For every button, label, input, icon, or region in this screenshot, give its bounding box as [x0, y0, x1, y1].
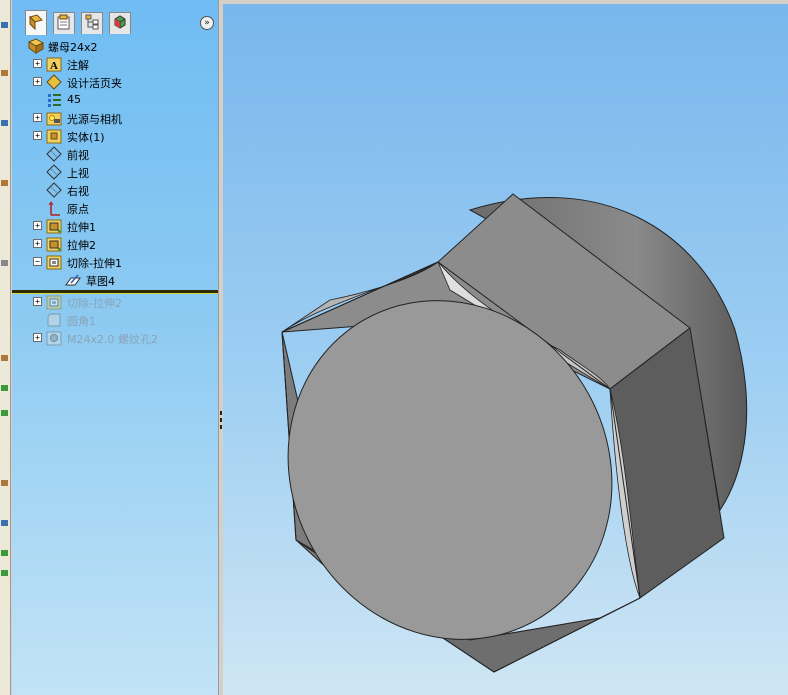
- tree-item[interactable]: 上视: [12, 163, 218, 181]
- feature-tree-icon: [28, 13, 44, 33]
- rollback-bar[interactable]: [12, 290, 218, 294]
- tree-item[interactable]: 草图4: [12, 271, 218, 289]
- featuremanager-tab[interactable]: [25, 10, 47, 35]
- strip-icon[interactable]: [1, 22, 8, 28]
- propertymanager-tab[interactable]: [53, 12, 75, 34]
- tree-item-label: 注解: [67, 59, 89, 72]
- extrude-icon: [46, 218, 62, 234]
- tree-item[interactable]: + 拉伸2: [12, 235, 218, 253]
- tree-item-label: 设计活页夹: [67, 77, 122, 90]
- tree-item-label: 上视: [67, 167, 89, 180]
- splitter-grip: [220, 418, 222, 422]
- strip-icon[interactable]: [1, 385, 8, 391]
- tree-item-label: 实体(1): [67, 131, 105, 144]
- tree-item[interactable]: − 切除-拉伸1: [12, 253, 218, 271]
- plane-icon: [46, 164, 62, 180]
- strip-icon[interactable]: [1, 180, 8, 186]
- expand-toggle[interactable]: +: [33, 59, 42, 68]
- svg-text:A: A: [50, 60, 58, 72]
- hole-icon: [46, 330, 62, 346]
- command-manager-strip: [0, 0, 11, 695]
- strip-icon[interactable]: [1, 480, 8, 486]
- origin-icon: [46, 200, 62, 216]
- plane-icon: [46, 182, 62, 198]
- tree-item-label: 拉伸1: [67, 221, 96, 234]
- configurationmanager-tab[interactable]: [81, 12, 103, 34]
- graphics-viewport[interactable]: [223, 4, 788, 695]
- plane-icon: [46, 146, 62, 162]
- expand-toggle[interactable]: +: [33, 333, 42, 342]
- strip-icon[interactable]: [1, 570, 8, 576]
- expand-toggle[interactable]: +: [33, 221, 42, 230]
- tree-item-label: 45: [67, 93, 81, 106]
- tree-item[interactable]: 右视: [12, 181, 218, 199]
- cut-extrude-icon: [46, 254, 62, 270]
- tree-item-label: 草图4: [86, 275, 115, 288]
- appearance-icon: [112, 14, 128, 33]
- tree-item[interactable]: + A 注解: [12, 55, 218, 73]
- cut-extrude-icon: [46, 294, 62, 310]
- solid-bodies-icon: [46, 128, 62, 144]
- lights-camera-icon: [46, 110, 62, 126]
- part-icon: [28, 38, 44, 54]
- sketch-icon: [65, 272, 81, 288]
- tree-item-label: 螺母24x2: [48, 41, 98, 54]
- tree-item-label: 右视: [67, 185, 89, 198]
- expand-toggle[interactable]: +: [33, 131, 42, 140]
- tree-item[interactable]: + 光源与相机: [12, 109, 218, 127]
- expand-toggle[interactable]: +: [33, 77, 42, 86]
- configuration-icon: [84, 14, 100, 33]
- annotation-icon: A: [46, 56, 62, 72]
- collapse-toggle[interactable]: −: [33, 257, 42, 266]
- collapse-panel-button[interactable]: »: [200, 16, 214, 30]
- splitter-grip: [220, 411, 222, 415]
- extrude-icon: [46, 236, 62, 252]
- design-binder-icon: [46, 74, 62, 90]
- tree-item-suppressed[interactable]: + M24x2.0 螺纹孔2: [12, 329, 218, 347]
- strip-icon[interactable]: [1, 355, 8, 361]
- tree-item[interactable]: 原点: [12, 199, 218, 217]
- expand-toggle[interactable]: +: [33, 239, 42, 248]
- strip-icon[interactable]: [1, 410, 8, 416]
- fillet-icon: [46, 312, 62, 328]
- feature-manager-panel: » 螺母24x2 + A 注解 + 设计活页夹 45 + 光源与相机 + 实体(1) 前视上视右视原点…: [12, 0, 219, 695]
- strip-icon[interactable]: [1, 260, 8, 266]
- tree-item-label: M24x2.0 螺纹孔2: [67, 333, 158, 346]
- hex-nut-model[interactable]: [223, 4, 788, 695]
- strip-icon[interactable]: [1, 520, 8, 526]
- tree-item[interactable]: 前视: [12, 145, 218, 163]
- expand-toggle[interactable]: +: [33, 113, 42, 122]
- splitter-grip: [220, 425, 222, 429]
- strip-icon[interactable]: [1, 70, 8, 76]
- tree-item-suppressed[interactable]: + 切除-拉伸2: [12, 293, 218, 311]
- strip-icon[interactable]: [1, 120, 8, 126]
- tree-item[interactable]: + 拉伸1: [12, 217, 218, 235]
- tree-item-label: 圆角1: [67, 315, 96, 328]
- material-icon: [46, 92, 62, 108]
- tree-item-label: 拉伸2: [67, 239, 96, 252]
- strip-icon[interactable]: [1, 550, 8, 556]
- appearance-tab[interactable]: [109, 12, 131, 34]
- tree-item-label: 切除-拉伸1: [67, 257, 122, 270]
- tree-item-label: 切除-拉伸2: [67, 297, 122, 310]
- tree-item-label: 前视: [67, 149, 89, 162]
- tree-item-label: 光源与相机: [67, 113, 122, 126]
- property-icon: [56, 14, 72, 33]
- tree-item-suppressed[interactable]: 圆角1: [12, 311, 218, 329]
- expand-toggle[interactable]: +: [33, 297, 42, 306]
- tree-item[interactable]: + 实体(1): [12, 127, 218, 145]
- tree-item[interactable]: 45: [12, 91, 218, 109]
- tree-item[interactable]: + 设计活页夹: [12, 73, 218, 91]
- tree-item-label: 原点: [67, 203, 89, 216]
- manager-tab-bar: [12, 0, 218, 35]
- tree-item[interactable]: 螺母24x2: [12, 37, 218, 55]
